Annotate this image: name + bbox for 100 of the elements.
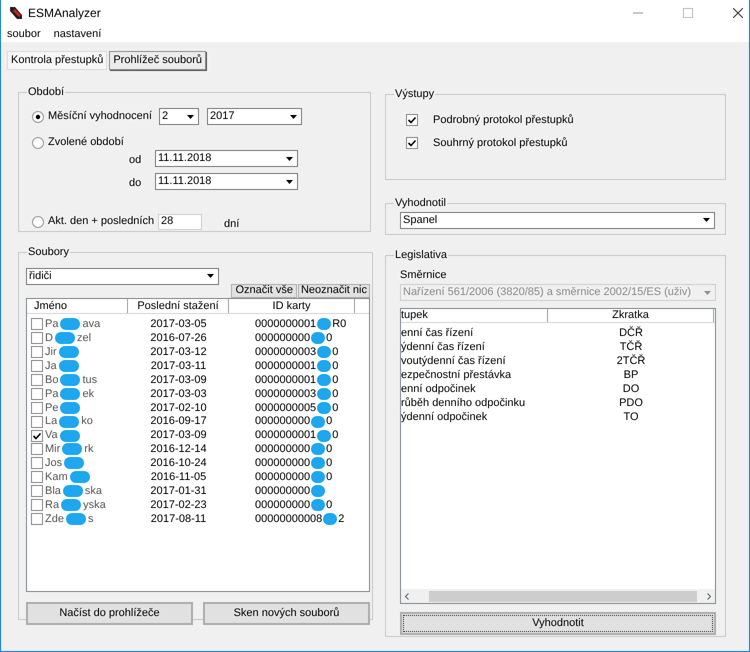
- name-fragment: Pe: [45, 400, 58, 416]
- column-header[interactable]: tupek: [401, 309, 548, 322]
- checkbox[interactable]: [31, 512, 43, 525]
- field-label: Směrnice: [400, 268, 448, 282]
- id-fragment: 0: [326, 456, 332, 472]
- redaction-mark: [58, 346, 79, 358]
- group-title: Výstupy: [394, 87, 436, 102]
- checkbox[interactable]: [31, 388, 43, 400]
- id-fragment: 000000000: [255, 484, 310, 499]
- name-fragment: Zde: [45, 512, 64, 527]
- button[interactable]: Neoznačit nic: [298, 284, 370, 298]
- maximize-icon[interactable]: [683, 8, 693, 18]
- redaction-mark: [317, 388, 332, 400]
- button[interactable]: Vyhodnotit: [400, 612, 716, 635]
- name-fragment: ska: [84, 484, 102, 499]
- dropdown[interactable]: 2017: [207, 108, 302, 125]
- checkbox[interactable]: [31, 457, 43, 470]
- id-fragment: 0000000001: [255, 358, 316, 374]
- table-cell-text: enní čas řízení: [401, 326, 474, 341]
- redaction-mark: [311, 416, 326, 428]
- checkbox[interactable]: [31, 443, 43, 456]
- redaction-mark: [311, 457, 326, 470]
- redaction-mark: [70, 471, 90, 484]
- button[interactable]: Sken nových souborů: [203, 602, 370, 624]
- name-fragment: Va: [45, 428, 58, 444]
- id-fragment: 0: [332, 400, 338, 416]
- table-cell-text: TO: [622, 410, 640, 425]
- column-header[interactable]: ID karty: [229, 298, 355, 312]
- checkbox[interactable]: [31, 416, 43, 428]
- window-title: ESMAnalyzer: [28, 5, 101, 22]
- dropdown[interactable]: 11.11.2018: [155, 150, 298, 167]
- id-fragment: 2: [338, 512, 344, 527]
- dropdown-arrow-icon: [206, 274, 214, 278]
- checkbox[interactable]: [31, 430, 43, 442]
- checkbox[interactable]: [31, 332, 43, 344]
- table-cell-text: DO: [622, 382, 640, 397]
- id-fragment: 0: [326, 331, 332, 346]
- table-cell-text: 2016-12-14: [149, 442, 208, 458]
- checkbox[interactable]: [31, 471, 43, 484]
- table-cell-text: 2017-01-31: [149, 484, 208, 499]
- name-fragment: Jir: [45, 344, 57, 360]
- redaction-mark: [317, 430, 332, 442]
- table-cell-text: 2TČŘ: [616, 353, 646, 369]
- table-cell-text: 2016-09-17: [149, 414, 208, 430]
- checkbox[interactable]: [31, 318, 43, 330]
- scroll-right-icon[interactable]: [707, 592, 711, 600]
- dropdown-arrow-icon: [290, 114, 296, 118]
- redaction-mark: [317, 374, 332, 386]
- checkbox[interactable]: [406, 137, 418, 150]
- radio-label: Akt. den + posledních: [48, 214, 154, 230]
- button[interactable]: Označit vše: [231, 284, 297, 298]
- checkbox-label: Souhrný protokol přestupků: [433, 136, 568, 151]
- menu-item[interactable]: soubor: [7, 26, 41, 42]
- group-title: Období: [27, 85, 66, 100]
- redaction-mark: [317, 346, 332, 358]
- checkbox[interactable]: [31, 346, 43, 358]
- name-fragment: Ja: [45, 358, 57, 374]
- column-header[interactable]: Poslední stažení: [128, 298, 229, 312]
- table-cell-text: ýdenní čas řízení: [401, 340, 486, 355]
- redaction-mark: [311, 471, 326, 484]
- radio-button[interactable]: [32, 136, 44, 148]
- close-icon[interactable]: [733, 8, 743, 18]
- redaction-mark: [323, 512, 338, 525]
- input-field[interactable]: 28: [158, 214, 202, 230]
- dropdown[interactable]: řidiči: [26, 268, 219, 284]
- dropdown[interactable]: 2: [159, 108, 199, 125]
- app-icon: [9, 6, 23, 20]
- table-cell-text: 2016-11-05: [150, 470, 208, 485]
- table-cell-text: 2016-10-24: [149, 456, 208, 472]
- redaction-mark: [58, 360, 79, 372]
- table-cell-text: ezpečnostní přestávka: [401, 368, 512, 383]
- checkbox[interactable]: [406, 114, 418, 126]
- redaction-mark: [64, 457, 84, 470]
- checkbox[interactable]: [31, 402, 43, 414]
- radio-button[interactable]: [32, 216, 44, 228]
- button[interactable]: Načíst do prohlížeče: [26, 602, 193, 624]
- dropdown-arrow-icon: [286, 180, 292, 184]
- id-fragment: 0: [326, 498, 332, 513]
- table-cell-text: TČŘ: [618, 339, 644, 354]
- checkbox[interactable]: [31, 499, 43, 512]
- checkbox[interactable]: [31, 485, 43, 498]
- checkbox[interactable]: [31, 360, 43, 372]
- tab[interactable]: Kontrola přestupků: [7, 51, 108, 70]
- redaction-mark: [317, 402, 332, 414]
- tab[interactable]: Prohlížeč souborů: [109, 51, 206, 70]
- name-fragment: Bo: [45, 372, 58, 388]
- menu-item[interactable]: nastavení: [54, 26, 102, 42]
- dropdown[interactable]: Spanel: [400, 212, 715, 228]
- field-label: do: [129, 176, 142, 192]
- column-header[interactable]: Jméno: [27, 298, 128, 312]
- dropdown[interactable]: 11.11.2018: [155, 173, 298, 190]
- id-fragment: 000000000: [255, 442, 310, 458]
- checkbox[interactable]: [31, 374, 43, 386]
- radio-button[interactable]: [32, 110, 44, 122]
- radio-label: Měsíční vyhodnocení: [48, 109, 152, 124]
- column-header[interactable]: Zkratka: [548, 309, 714, 322]
- scroll-left-icon[interactable]: [405, 592, 409, 600]
- id-fragment: 0000000003: [255, 344, 316, 360]
- name-fragment: ko: [81, 414, 93, 430]
- horizontal-scrollbar[interactable]: [401, 589, 715, 603]
